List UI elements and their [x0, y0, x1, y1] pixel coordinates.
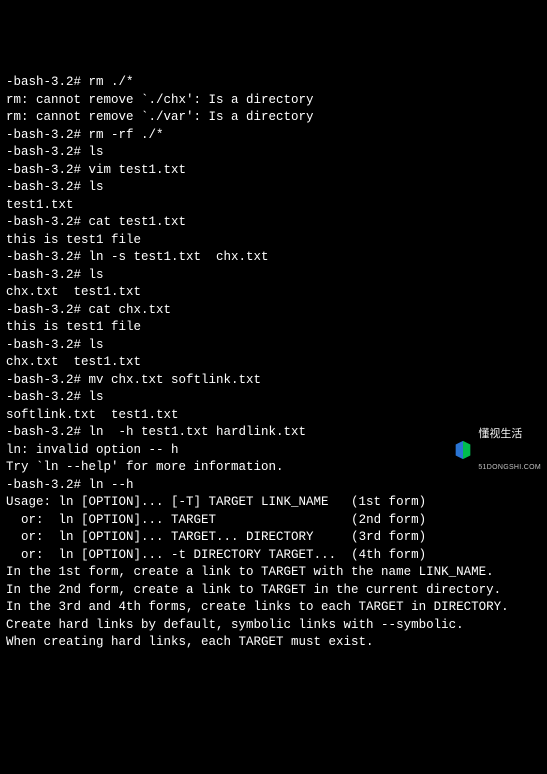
terminal-line: or: ln [OPTION]... TARGET (2nd form) — [6, 512, 541, 530]
terminal-line: -bash-3.2# mv chx.txt softlink.txt — [6, 372, 541, 390]
terminal-line: chx.txt test1.txt — [6, 284, 541, 302]
terminal-line: -bash-3.2# ls — [6, 267, 541, 285]
terminal-line: chx.txt test1.txt — [6, 354, 541, 372]
terminal-output[interactable]: -bash-3.2# rm ./*rm: cannot remove `./ch… — [6, 74, 541, 652]
terminal-line: rm: cannot remove `./chx': Is a director… — [6, 92, 541, 110]
terminal-line: When creating hard links, each TARGET mu… — [6, 634, 541, 652]
terminal-line: -bash-3.2# vim test1.txt — [6, 162, 541, 180]
terminal-line: -bash-3.2# cat chx.txt — [6, 302, 541, 320]
terminal-line: Create hard links by default, symbolic l… — [6, 617, 541, 635]
terminal-line: In the 1st form, create a link to TARGET… — [6, 564, 541, 582]
terminal-line: -bash-3.2# ls — [6, 144, 541, 162]
terminal-line: this is test1 file — [6, 232, 541, 250]
terminal-line: this is test1 file — [6, 319, 541, 337]
terminal-line: In the 2nd form, create a link to TARGET… — [6, 582, 541, 600]
terminal-line: -bash-3.2# cat test1.txt — [6, 214, 541, 232]
watermark-subtitle: 51DONGSHI.COM — [478, 464, 541, 472]
terminal-line: -bash-3.2# ln -s test1.txt chx.txt — [6, 249, 541, 267]
terminal-line: or: ln [OPTION]... -t DIRECTORY TARGET..… — [6, 547, 541, 565]
terminal-line: -bash-3.2# ls — [6, 179, 541, 197]
terminal-line: -bash-3.2# rm -rf ./* — [6, 127, 541, 145]
terminal-line: Usage: ln [OPTION]... [-T] TARGET LINK_N… — [6, 494, 541, 512]
watermark: 懂视生活 51DONGSHI.COM — [452, 404, 541, 496]
terminal-line: or: ln [OPTION]... TARGET... DIRECTORY (… — [6, 529, 541, 547]
terminal-line: -bash-3.2# rm ./* — [6, 74, 541, 92]
watermark-text: 懂视生活 51DONGSHI.COM — [478, 404, 541, 496]
terminal-line: -bash-3.2# ls — [6, 337, 541, 355]
watermark-logo-icon — [452, 439, 474, 461]
terminal-line: In the 3rd and 4th forms, create links t… — [6, 599, 541, 617]
watermark-title: 懂视生活 — [478, 428, 541, 440]
terminal-line: test1.txt — [6, 197, 541, 215]
terminal-line: rm: cannot remove `./var': Is a director… — [6, 109, 541, 127]
